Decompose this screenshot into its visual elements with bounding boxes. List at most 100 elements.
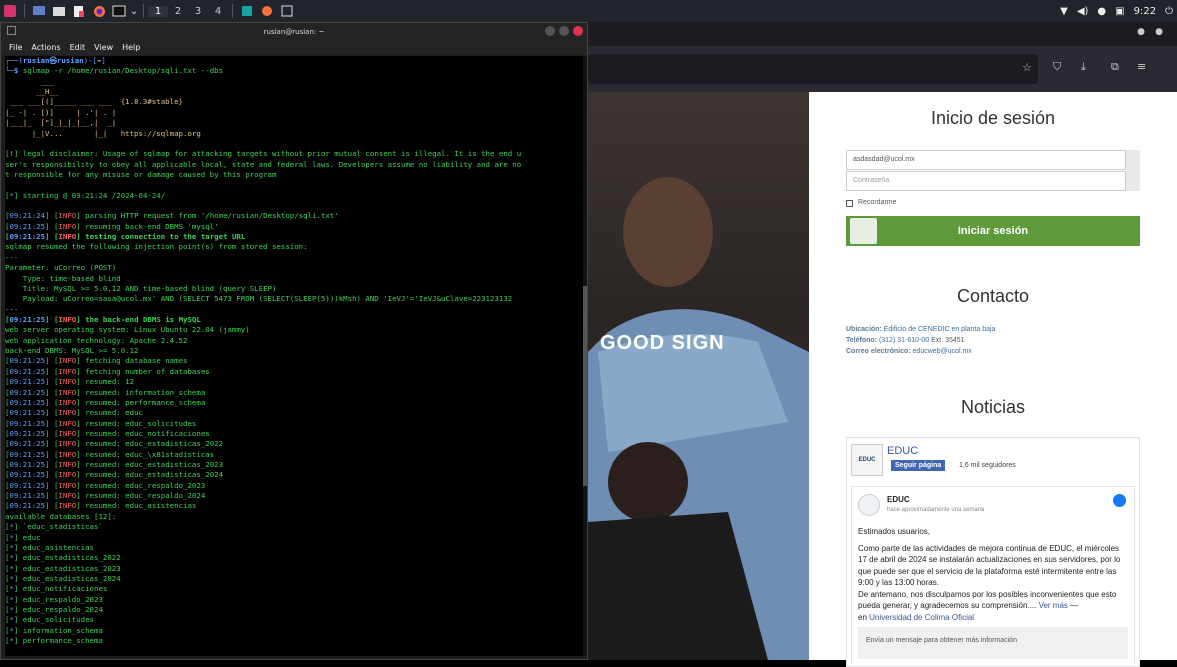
- phone-value[interactable]: (312) 31-610-00: [879, 337, 929, 344]
- output-line: ---: [5, 304, 19, 314]
- menu-actions[interactable]: Actions: [31, 43, 60, 52]
- password-field[interactable]: Contraseña: [846, 171, 1126, 191]
- terminal-output[interactable]: ┌──(rusian㉿rusian)-[~] └─$ sqlmap -r /hom…: [5, 56, 583, 656]
- output-line: [*] performance_schema: [5, 636, 103, 646]
- shield-icon[interactable]: ⛉: [1053, 60, 1061, 74]
- news-title: Noticias: [960, 397, 1026, 417]
- email-label: Correo electrónico:: [846, 348, 911, 355]
- output-line: [09:21:25] [INFO] resumed: educ_notifica…: [5, 428, 210, 438]
- separator: [24, 4, 25, 18]
- sqlmap-banner: ___ __H__ ___ ___[(]_____ ___ ___ {1.8.3…: [5, 77, 583, 139]
- clock[interactable]: 9:22: [1134, 6, 1156, 17]
- remember-checkbox[interactable]: [846, 200, 853, 207]
- org-link[interactable]: Universidad de Colima Oficial: [869, 613, 974, 622]
- output-line: t responsible for any misuse or damage c…: [5, 169, 277, 179]
- output-line: [*] educ: [5, 532, 41, 542]
- output-line: [*] educ_estadisticas_2024: [5, 573, 121, 583]
- output-line: [*] educ_respaldo_2024: [5, 605, 103, 615]
- browser-tabbar: ● ●: [588, 22, 1177, 46]
- output-line: [09:21:25] [INFO] resumed: 12: [5, 377, 135, 387]
- output-line: [*] starting @ 09:21:24 /2024-04-24/: [5, 190, 166, 200]
- file-manager-icon[interactable]: [49, 0, 69, 22]
- close-icon[interactable]: [573, 26, 583, 36]
- post-greeting: Estimados usuarios,: [858, 527, 931, 536]
- firefox-icon[interactable]: [89, 0, 109, 22]
- chevron-down-icon[interactable]: ⌄: [129, 0, 139, 22]
- hero-photo: GOOD SIGN: [588, 92, 809, 660]
- downloads-icon[interactable]: ⤓: [1081, 60, 1086, 74]
- network-icon[interactable]: ▼: [1060, 6, 1068, 17]
- workspace-3[interactable]: 3: [188, 6, 208, 17]
- menu-edit[interactable]: Edit: [70, 43, 86, 52]
- facebook-icon[interactable]: [1113, 494, 1126, 507]
- kali-menu-icon[interactable]: [0, 0, 20, 22]
- menu-view[interactable]: View: [94, 43, 113, 52]
- output-line: sqlmap resumed the following injection p…: [5, 242, 308, 252]
- close-icon[interactable]: ●: [1155, 27, 1163, 37]
- terminal-scrollbar[interactable]: [583, 56, 587, 656]
- page-name[interactable]: EDUC: [887, 445, 918, 457]
- terminal-icon[interactable]: [109, 0, 129, 22]
- minimize-icon[interactable]: [545, 26, 555, 36]
- terminal-title: rusian@rusian: ~: [263, 27, 325, 36]
- location-value[interactable]: Edificio de CENEDIC en planta baja: [884, 326, 996, 333]
- email-field[interactable]: asdasdad@ucol.mx: [846, 150, 1126, 170]
- output-line: [*] educ_asistencias: [5, 542, 94, 552]
- banner-line: ___ ___[(]_____ ___ ___ {1.8.3#stable}: [5, 97, 183, 107]
- output-line: [*] educ_solicitudes: [5, 615, 94, 625]
- text-editor-icon[interactable]: [69, 0, 89, 22]
- volume-icon[interactable]: ◀): [1077, 6, 1089, 17]
- terminal-titlebar[interactable]: rusian@rusian: ~: [1, 23, 587, 40]
- url-bar[interactable]: ☆: [588, 54, 1038, 84]
- lock-icon[interactable]: ▣: [1115, 6, 1124, 17]
- bookmark-star-icon[interactable]: ☆: [1022, 61, 1032, 74]
- facebook-widget: EDUC EDUC Seguir página 1,6 mil seguidor…: [846, 437, 1140, 667]
- send-message-bar[interactable]: Envía un mensaje para obtener más inform…: [858, 627, 1128, 659]
- menu-icon[interactable]: ≡: [1137, 60, 1146, 73]
- see-more-link[interactable]: Ver más: [1039, 601, 1068, 610]
- workspace-1[interactable]: 1: [148, 5, 168, 17]
- contact-phone: Teléfono: (312) 31-610-00 Ext. 35451: [846, 337, 965, 344]
- contact-location: Ubicación: Edificio de CENEDIC en planta…: [846, 326, 995, 333]
- output-line: [09:21:25] [INFO] resumed: educ_respaldo…: [5, 491, 206, 501]
- maximize-icon[interactable]: [559, 26, 569, 36]
- taskbar-window-icon[interactable]: [277, 0, 297, 22]
- notifications-icon[interactable]: ●: [1097, 6, 1106, 17]
- post-source: en Universidad de Colima Oficial: [858, 612, 1130, 624]
- output-line: [09:21:25] [INFO] resumed: educ_estadist…: [5, 439, 224, 449]
- prompt-line-1: ┌──(rusian㉿rusian)-[~]: [5, 56, 106, 65]
- contact-title: Contacto: [956, 286, 1030, 306]
- post-author[interactable]: EDUC: [887, 495, 910, 504]
- phone-ext: Ext. 35451: [931, 337, 965, 344]
- show-desktop-icon[interactable]: [29, 0, 49, 22]
- browser-window: ● ● ☆ ⛉ ⤓ ⧉ ≡ GOOD SIGN Inicio de sesión…: [588, 22, 1177, 667]
- output-line: Payload: uCorreo=sasa@ucol.mx' AND (SELE…: [5, 294, 513, 304]
- output-line: [*] educ_respaldo_2023: [5, 594, 103, 604]
- browser-toolbar: ☆ ⛉ ⤓ ⧉ ≡: [588, 46, 1177, 92]
- minimize-icon[interactable]: ●: [1137, 27, 1145, 37]
- workspace-4[interactable]: 4: [208, 6, 228, 17]
- output-line: back-end DBMS: MySQL >= 5.0.12: [5, 346, 139, 356]
- post-paragraph-2: De antemano, nos disculpamos por los pos…: [858, 589, 1130, 612]
- post-time[interactable]: hace aproximadamente una semana: [887, 507, 984, 513]
- terminal-menubar: File Actions Edit View Help: [1, 40, 587, 55]
- separator: [143, 4, 144, 18]
- followers-count: 1,6 mil seguidores: [959, 462, 1016, 469]
- power-icon[interactable]: ⏻: [1165, 6, 1173, 17]
- login-button[interactable]: Iniciar sesión: [846, 216, 1140, 246]
- taskbar-firefox-icon[interactable]: [257, 0, 277, 22]
- extensions-icon[interactable]: ⧉: [1111, 60, 1119, 74]
- email-value[interactable]: educweb@ucol.mx: [913, 348, 972, 355]
- menu-help[interactable]: Help: [122, 43, 140, 52]
- scrollbar-thumb[interactable]: [583, 286, 587, 486]
- output-line: ser's responsibility to obey all applica…: [5, 159, 522, 169]
- menu-file[interactable]: File: [9, 43, 22, 52]
- page-avatar[interactable]: EDUC: [851, 444, 883, 476]
- follow-page-button[interactable]: Seguir página: [891, 460, 946, 471]
- taskbar-terminal-app-icon[interactable]: [237, 0, 257, 22]
- workspace-2[interactable]: 2: [168, 6, 188, 17]
- login-button-label: Iniciar sesión: [957, 225, 1029, 237]
- output-line: [*] `educ_stadisticas`: [5, 522, 103, 532]
